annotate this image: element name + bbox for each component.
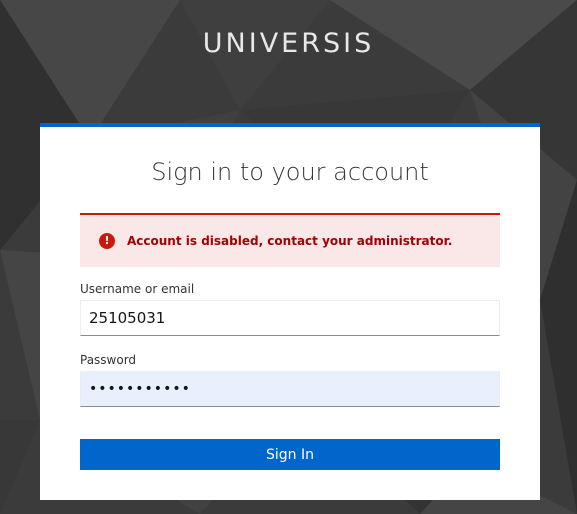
- login-card: Sign in to your account ! Account is dis…: [40, 123, 540, 500]
- error-alert: ! Account is disabled, contact your admi…: [80, 213, 500, 267]
- password-label: Password: [80, 353, 137, 367]
- page-title: Sign in to your account: [151, 158, 429, 186]
- username-label: Username or email: [80, 282, 195, 296]
- password-input[interactable]: •••••••••••: [80, 371, 500, 407]
- username-input[interactable]: 25105031: [80, 300, 500, 336]
- sign-in-button[interactable]: Sign In: [80, 439, 500, 470]
- brand-logo-text: UNIVERSIS: [202, 28, 375, 59]
- error-icon: !: [99, 233, 115, 249]
- error-message: Account is disabled, contact your admini…: [127, 234, 453, 248]
